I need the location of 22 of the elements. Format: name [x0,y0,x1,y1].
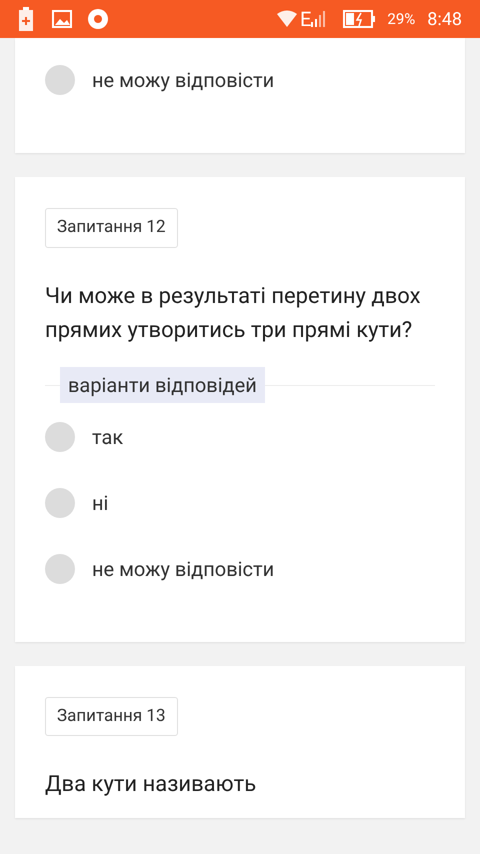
radio-button[interactable] [45,554,75,584]
question-text: Два кути називають [45,771,258,799]
radio-button[interactable] [45,488,75,518]
option-label: не можу відповісти [92,556,274,582]
question-number-tag: Запитання 12 [45,208,178,248]
browser-icon [87,8,109,30]
battery-charging-icon [18,7,34,31]
question-text: Чи може в результаті перетину двох прямих утворитись три прямі кути? [45,282,422,344]
clock: 8:48 [427,8,462,32]
battery-percent: 29% [387,8,416,30]
signal-icon [311,11,326,27]
wifi-icon [276,10,298,28]
question-number-tag: Запитання 13 [45,696,178,736]
options-heading: варіанти відповідей [60,366,265,402]
option-label: не можу відповісти [92,67,274,94]
battery-icon [343,10,376,28]
option-label: ні [92,490,108,516]
option-label: так [92,424,124,450]
network-type: E [300,6,312,33]
radio-button[interactable] [45,422,75,452]
image-icon [52,10,72,28]
radio-button[interactable] [45,65,75,95]
